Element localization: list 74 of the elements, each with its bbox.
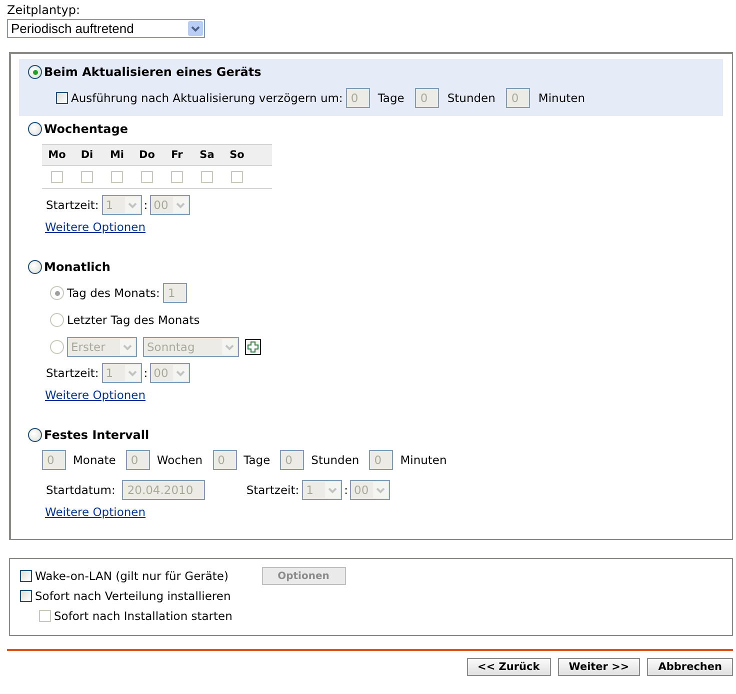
unit-label: Wochen — [156, 453, 203, 467]
start-time-label: Startzeit: — [46, 198, 99, 212]
number-field[interactable]: 0 — [346, 88, 370, 108]
option-label: Monatlich — [44, 260, 110, 274]
start-time-label: Startzeit: — [246, 483, 300, 497]
unit-label: Tage — [244, 453, 270, 467]
minute-dropdown[interactable]: 00 — [150, 195, 190, 215]
hour-dropdown[interactable]: 1 — [102, 363, 142, 383]
day-header: Fr — [170, 149, 184, 161]
start-date-label: Startdatum: — [46, 483, 116, 497]
radio-button[interactable] — [28, 122, 42, 136]
number-field[interactable]: 0 — [369, 450, 394, 470]
day-checkbox[interactable] — [51, 171, 63, 183]
start-time-label: Startzeit: — [46, 366, 99, 380]
day-header: Mi — [108, 149, 126, 161]
more-options-link[interactable]: Weitere Optionen — [45, 505, 146, 519]
hour-dropdown[interactable]: 1 — [302, 480, 342, 500]
time-separator: : — [344, 483, 348, 497]
schedule-type-label: Zeitplantyp: — [7, 3, 82, 17]
unit-label: Stunden — [311, 453, 360, 467]
number-field[interactable]: 0 — [126, 450, 150, 470]
checkbox[interactable] — [20, 590, 32, 602]
day-checkbox[interactable] — [171, 171, 183, 183]
checkbox-label: Sofort nach Installation starten — [54, 609, 232, 623]
delay-label: Ausführung nach Aktualisierung verzögern um: — [71, 91, 343, 105]
add-icon[interactable] — [245, 339, 261, 355]
checkbox[interactable] — [20, 570, 32, 582]
radio-button[interactable] — [28, 65, 42, 79]
unit-label: Monate — [73, 453, 116, 467]
day-header: Di — [80, 149, 94, 161]
hour-dropdown[interactable]: 1 — [102, 195, 142, 215]
number-field[interactable]: 0 — [42, 450, 66, 470]
day-checkbox[interactable] — [141, 171, 153, 183]
schedule-type-dropdown[interactable]: Periodisch auftretend — [7, 19, 205, 38]
unit-label: Minuten — [400, 453, 447, 467]
day-of-month-label: Tag des Monats: — [67, 286, 160, 300]
more-options-link[interactable]: Weitere Optionen — [45, 388, 146, 402]
day-checkbox[interactable] — [81, 171, 93, 183]
radio-button[interactable] — [28, 428, 42, 442]
checkbox-label: Wake-on-LAN (gilt nur für Geräte) — [35, 569, 228, 583]
nav-button[interactable]: << Zurück — [466, 658, 551, 676]
checkbox-label: Sofort nach Verteilung installieren — [35, 589, 231, 603]
day-header: So — [228, 149, 246, 161]
minute-dropdown[interactable]: 00 — [350, 480, 390, 500]
day-checkbox[interactable] — [111, 171, 123, 183]
radio-button[interactable] — [28, 260, 42, 274]
weekday-dropdown[interactable]: Sonntag — [143, 337, 239, 357]
time-separator: : — [144, 198, 148, 212]
day-header: Do — [138, 149, 156, 161]
checkbox[interactable] — [56, 92, 68, 104]
day-header: Sa — [198, 149, 216, 161]
number-field[interactable]: 0 — [280, 450, 304, 470]
day-field[interactable]: 1 — [162, 283, 187, 303]
option-label: Beim Aktualisieren eines Geräts — [44, 65, 262, 79]
minute-dropdown[interactable]: 00 — [150, 363, 190, 383]
options-button[interactable]: Optionen — [262, 567, 346, 585]
day-checkbox[interactable] — [231, 171, 243, 183]
more-options-link[interactable]: Weitere Optionen — [45, 220, 146, 234]
unit-label: Stunden — [447, 91, 496, 105]
unit-label: Minuten — [538, 91, 585, 105]
day-header: Mo — [47, 149, 67, 161]
option-label: Wochentage — [44, 122, 128, 136]
number-field[interactable]: 0 — [506, 88, 530, 108]
ordinal-dropdown[interactable]: Erster — [67, 337, 137, 357]
number-field[interactable]: 0 — [212, 450, 237, 470]
number-field[interactable]: 0 — [415, 88, 440, 108]
start-date-field[interactable]: 20.04.2010 — [122, 480, 206, 500]
option-label: Festes Intervall — [44, 428, 150, 442]
last-day-label: Letzter Tag des Monats — [67, 313, 200, 327]
nav-button[interactable]: Weiter >> — [558, 658, 640, 676]
day-checkbox[interactable] — [201, 171, 213, 183]
time-separator: : — [144, 366, 148, 380]
unit-label: Tage — [378, 91, 404, 105]
nav-button[interactable]: Abbrechen — [647, 658, 733, 676]
